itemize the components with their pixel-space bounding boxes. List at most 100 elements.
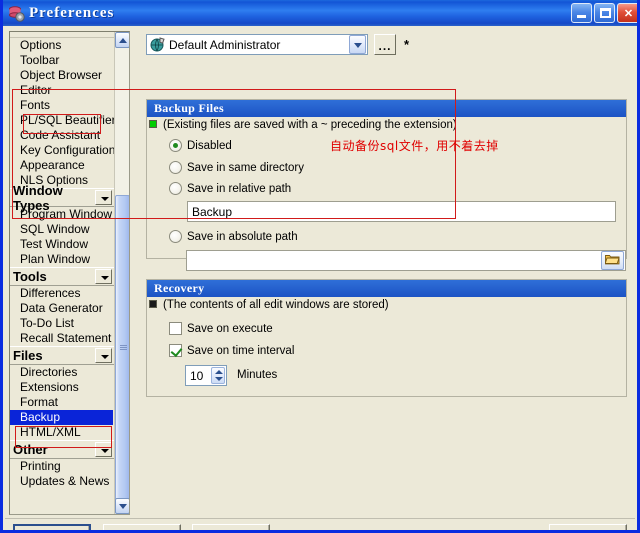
sidebar-item-updates-news[interactable]: Updates & News — [10, 474, 115, 489]
sidebar-group-window-types[interactable]: Window Types — [10, 183, 115, 213]
modified-marker: * — [404, 36, 410, 52]
dialog-button-bar: OK Cancel Apply Help — [3, 518, 637, 530]
spinner-buttons[interactable] — [211, 367, 225, 384]
radio-disabled[interactable]: Disabled — [169, 139, 232, 152]
interval-value: 10 — [190, 368, 204, 383]
sidebar-item-to-do-list[interactable]: To-Do List — [10, 316, 115, 331]
sidebar-group-tools[interactable]: Tools — [10, 267, 115, 286]
grip-icon — [120, 344, 127, 351]
sidebar-item-key-configuration[interactable]: Key Configuration — [10, 143, 115, 158]
relative-path-input[interactable]: Backup — [187, 201, 616, 222]
recovery-panel-title: Recovery — [147, 280, 626, 297]
client-area: Options Toolbar Object Browser Editor Fonts P… — [3, 26, 637, 530]
profile-value: Default Administrator — [169, 37, 281, 52]
chevron-down-icon[interactable] — [95, 442, 112, 457]
radio-icon — [169, 182, 182, 195]
sidebar-group-other[interactable]: Other — [10, 440, 115, 459]
sidebar-item-extensions[interactable]: Extensions — [10, 380, 115, 395]
user-profile-icon — [150, 36, 166, 53]
open-folder-icon — [604, 253, 620, 268]
sidebar-item-code-assistant[interactable]: Code Assistant — [10, 128, 115, 143]
profile-combobox[interactable]: Default Administrator — [146, 34, 368, 55]
maximize-button[interactable] — [594, 3, 615, 23]
chevron-down-icon[interactable] — [95, 269, 112, 284]
radio-save-absolute-path[interactable]: Save in absolute path — [169, 230, 298, 243]
sidebar-item-backup[interactable]: Backup — [10, 410, 113, 425]
backup-state-indicator[interactable] — [149, 120, 157, 128]
sidebar-group-files[interactable]: Files — [10, 346, 115, 365]
sidebar-item-plan-window[interactable]: Plan Window — [10, 252, 115, 267]
profile-row: Default Administrator ... * — [146, 34, 409, 55]
sidebar-item-recall-statement[interactable]: Recall Statement — [10, 331, 115, 346]
preferences-window: Preferences ✕ Options Toolbar Object Brows… — [0, 0, 640, 533]
database-preferences-icon — [7, 4, 25, 22]
checkbox-save-on-time-interval-label: Save on time interval — [187, 344, 295, 357]
absolute-path-input[interactable] — [186, 250, 626, 271]
sidebar-items: Options Toolbar Object Browser Editor Fonts P… — [10, 32, 116, 514]
checkbox-save-on-execute[interactable]: Save on execute — [169, 322, 273, 335]
profile-options-button[interactable]: ... — [374, 34, 396, 55]
cancel-button[interactable]: Cancel — [103, 524, 181, 530]
sidebar-item-object-browser[interactable]: Object Browser — [10, 68, 115, 83]
checkbox-save-on-execute-label: Save on execute — [187, 322, 273, 335]
checkbox-icon — [169, 322, 182, 335]
sidebar-group-label: Files — [13, 348, 43, 363]
recovery-panel: Recovery (The contents of all edit windo… — [146, 279, 627, 397]
sidebar-item-editor[interactable]: Editor — [10, 83, 115, 98]
radio-save-relative-path[interactable]: Save in relative path — [169, 182, 291, 195]
radio-disabled-label: Disabled — [187, 139, 232, 152]
chevron-up-icon — [119, 38, 127, 43]
sidebar-item-format[interactable]: Format — [10, 395, 115, 410]
close-button[interactable]: ✕ — [617, 3, 637, 23]
window-controls: ✕ — [571, 3, 637, 23]
radio-save-relative-path-label: Save in relative path — [187, 182, 292, 195]
sidebar-item-fonts[interactable]: Fonts — [10, 98, 115, 113]
backup-files-panel: Backup Files (Existing files are saved w… — [146, 99, 627, 259]
help-button[interactable]: Help — [549, 524, 627, 530]
sidebar-item-html-xml[interactable]: HTML/XML — [10, 425, 115, 440]
preferences-category-tree[interactable]: Options Toolbar Object Browser Editor Fonts P… — [9, 31, 130, 515]
sidebar-item-appearance[interactable]: Appearance — [10, 158, 115, 173]
sidebar-item-pl-sql-beautifier[interactable]: PL/SQL Beautifier — [10, 113, 116, 128]
scrollbar-thumb[interactable] — [115, 195, 129, 500]
apply-button[interactable]: Apply — [192, 524, 270, 530]
sidebar-group-label: Other — [13, 442, 48, 457]
sidebar-group-label: Tools — [13, 269, 47, 284]
radio-save-same-directory-label: Save in same directory — [187, 161, 304, 174]
chevron-down-icon[interactable] — [95, 190, 112, 205]
radio-save-absolute-path-label: Save in absolute path — [187, 230, 298, 243]
checkbox-icon — [169, 344, 182, 357]
backup-panel-title: Backup Files — [147, 100, 626, 117]
backup-hint: (Existing files are saved with a ~ prece… — [163, 119, 457, 131]
minimize-button[interactable] — [571, 3, 592, 23]
annotation-note: 自动备份sql文件，用不着去掉 — [330, 139, 499, 153]
recovery-panel-body: (The contents of all edit windows are st… — [147, 297, 626, 396]
sidebar-item-toolbar[interactable]: Toolbar — [10, 53, 115, 68]
radio-icon — [169, 161, 182, 174]
spinner-down-icon[interactable] — [215, 377, 223, 381]
sidebar-item-test-window[interactable]: Test Window — [10, 237, 115, 252]
sidebar-scrollbar[interactable] — [114, 32, 129, 514]
sidebar-item-differences[interactable]: Differences — [10, 286, 115, 301]
sidebar-item-sql-window[interactable]: SQL Window — [10, 222, 115, 237]
chevron-down-icon[interactable] — [95, 348, 112, 363]
chevron-down-icon[interactable] — [349, 35, 366, 54]
sidebar-item-directories[interactable]: Directories — [10, 365, 115, 380]
checkbox-save-on-time-interval[interactable]: Save on time interval — [169, 344, 294, 357]
chevron-down-icon — [119, 504, 127, 509]
scroll-up-button[interactable] — [115, 32, 129, 48]
interval-spinner[interactable]: 10 — [185, 365, 227, 386]
sidebar-item-printing[interactable]: Printing — [10, 459, 115, 474]
ok-button[interactable]: OK — [13, 524, 91, 530]
sidebar-item-data-generator[interactable]: Data Generator — [10, 301, 115, 316]
browse-folder-button[interactable] — [601, 251, 624, 270]
spinner-up-icon[interactable] — [215, 370, 223, 374]
radio-icon — [169, 230, 182, 243]
interval-unit-label: Minutes — [237, 369, 278, 381]
scroll-down-button[interactable] — [115, 498, 129, 514]
radio-save-same-directory[interactable]: Save in same directory — [169, 161, 304, 174]
recovery-state-indicator[interactable] — [149, 300, 157, 308]
title-bar: Preferences ✕ — [3, 0, 637, 26]
settings-pane: Default Administrator ... * Backup Files… — [141, 31, 631, 515]
sidebar-item-options[interactable]: Options — [10, 38, 115, 53]
